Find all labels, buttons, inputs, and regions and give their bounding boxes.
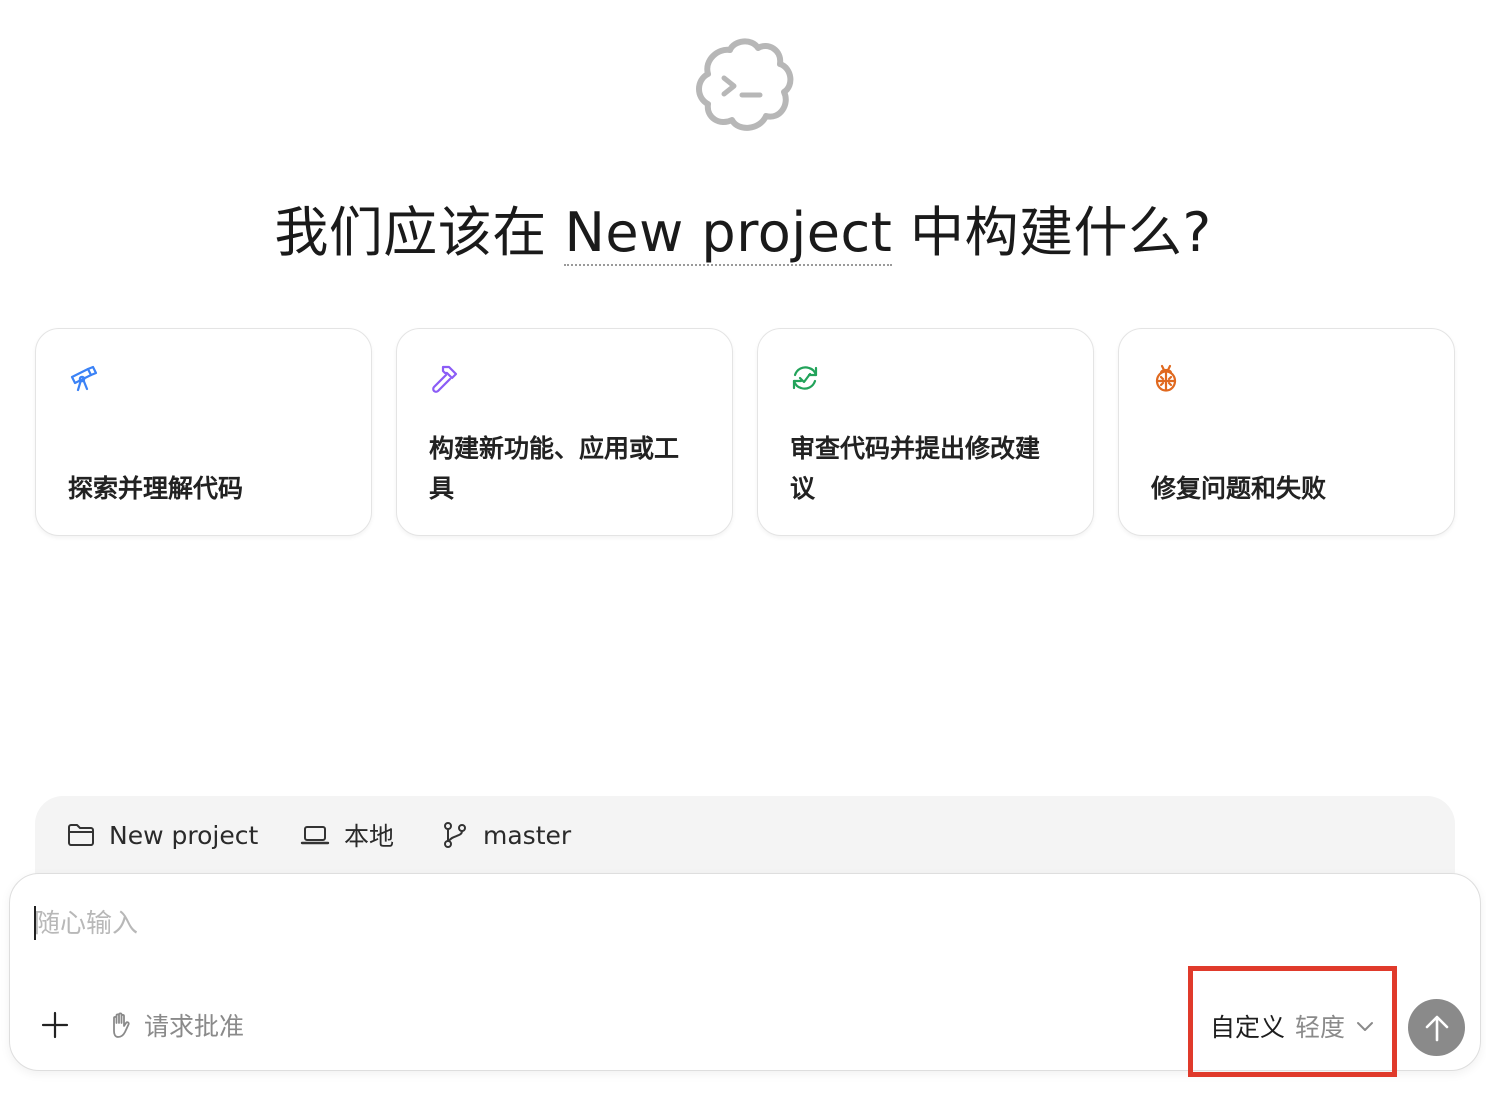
card-explore-code[interactable]: 探索并理解代码 [35,328,372,536]
approval-label: 请求批准 [144,1012,245,1041]
chevron-down-icon [1357,1022,1374,1031]
branch-label: master [483,820,572,850]
card-label: 构建新功能、应用或工具 [429,434,680,503]
location-selector[interactable]: 本地 [300,818,394,852]
card-build-feature[interactable]: 构建新功能、应用或工具 [396,328,733,536]
laptop-icon [300,826,330,845]
add-attachment-button[interactable] [40,1010,70,1040]
page-title: 我们应该在 New project 中构建什么? [0,188,1486,267]
suggestion-cards: 探索并理解代码 构建新功能、应用或工具 审查代码并提出修改建议 修复问题和失败 [35,328,1455,536]
card-label: 修复问题和失败 [1151,474,1327,503]
project-label: New project [109,820,259,850]
review-refresh-icon [792,366,818,390]
card-label: 探索并理解代码 [68,474,244,503]
folder-icon [68,824,94,846]
model-name: 自定义 [1210,1013,1286,1042]
branch-selector[interactable]: master [441,818,571,852]
approval-mode-button[interactable]: 请求批准 [108,1008,244,1042]
model-selector[interactable]: 自定义 轻度 [1210,1006,1375,1046]
card-fix-issues[interactable]: 修复问题和失败 [1118,328,1455,536]
project-name-link[interactable]: New project [564,201,893,266]
composer: 请求批准 自定义 轻度 [9,873,1481,1071]
location-label: 本地 [344,822,395,851]
app-logo-icon [696,38,794,131]
text-caret [34,906,36,940]
bug-icon [1155,364,1177,392]
arrow-up-icon [1425,1015,1448,1041]
card-review-code[interactable]: 审查代码并提出修改建议 [757,328,1094,536]
model-level: 轻度 [1295,1013,1346,1042]
card-label: 审查代码并提出修改建议 [790,434,1041,503]
telescope-icon [70,365,98,392]
hand-icon [113,1012,130,1038]
project-selector[interactable]: New project [67,818,258,852]
title-prefix: 我们应该在 [274,201,565,264]
app-root: 我们应该在 New project 中构建什么? 探索并理解代码 构建新功能、应… [0,0,1486,1094]
hammer-icon [432,365,458,393]
title-suffix: 中构建什么? [892,201,1212,264]
send-button[interactable] [1408,999,1465,1056]
git-branch-icon [444,822,466,848]
prompt-input[interactable] [34,904,1134,944]
